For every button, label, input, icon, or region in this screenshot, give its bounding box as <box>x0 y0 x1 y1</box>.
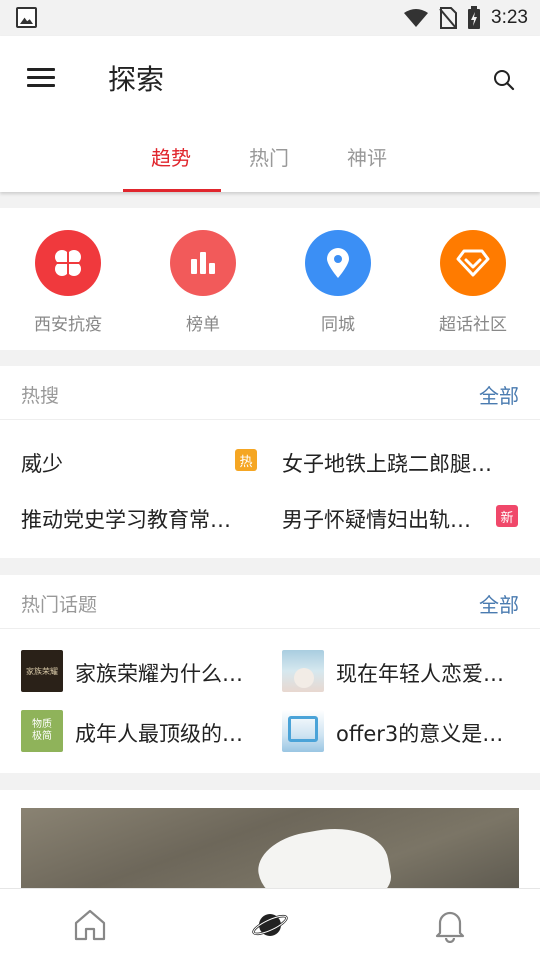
tab-bar: 趋势 热门 神评 <box>0 136 540 192</box>
feed-image[interactable] <box>21 808 519 890</box>
topic-item[interactable]: 现在年轻人恋爱有多难 <box>282 650 522 694</box>
hot-badge: 热 <box>235 449 257 471</box>
planet-icon[interactable] <box>252 907 288 943</box>
quick-link-rankings[interactable]: 榜单 <box>153 230 253 335</box>
hot-search-item[interactable]: 推动党史学习教育常态化长效化 <box>21 504 246 534</box>
topic-item[interactable]: offer3的意义是什么 <box>282 710 522 754</box>
topic-item[interactable]: 家族荣耀 家族荣耀为什么这么好看 <box>21 650 261 694</box>
bell-icon[interactable] <box>432 907 468 943</box>
hot-topics-all-link[interactable]: 全部 <box>479 589 519 618</box>
hot-topics-card: 热门话题 全部 家族荣耀 家族荣耀为什么这么好看 现在年轻人恋爱有多难 物质极简… <box>0 575 540 773</box>
topic-thumbnail: 物质极简 <box>21 710 63 752</box>
hot-search-item[interactable]: 女子地铁上跷二郎腿被劝阻后大闹 <box>282 448 507 478</box>
hot-search-title: 热搜 <box>21 385 60 407</box>
bottom-nav <box>0 888 540 960</box>
status-bar: 3:23 <box>0 0 540 36</box>
topic-item[interactable]: 物质极简 成年人最顶级的自律是什么 <box>21 710 261 754</box>
topic-text: offer3的意义是什么 <box>336 722 521 746</box>
tab-trending[interactable]: 趋势 <box>151 142 191 171</box>
status-time: 3:23 <box>491 7 528 28</box>
quick-link-xian[interactable]: 西安抗疫 <box>18 230 118 335</box>
page-title: 探索 <box>108 63 165 96</box>
battery-charging-icon <box>468 6 481 29</box>
tab-top-comments[interactable]: 神评 <box>347 142 387 171</box>
search-icon[interactable] <box>492 68 516 92</box>
new-badge: 新 <box>496 505 518 527</box>
no-sim-icon <box>439 7 458 29</box>
quick-link-label: 榜单 <box>186 315 220 335</box>
topic-thumbnail: 家族荣耀 <box>21 650 63 692</box>
topic-text: 现在年轻人恋爱有多难 <box>336 662 521 686</box>
app-header: 探索 趋势 热门 神评 <box>0 36 540 192</box>
hamburger-menu-icon[interactable] <box>27 68 57 90</box>
location-pin-icon <box>305 230 371 296</box>
thumbnail-text: 家族荣耀 <box>26 666 58 676</box>
card-header: 热门话题 全部 <box>0 575 540 629</box>
tab-hot[interactable]: 热门 <box>249 142 289 171</box>
image-notification-icon <box>16 7 37 28</box>
quick-link-label: 西安抗疫 <box>34 315 102 335</box>
quick-link-local[interactable]: 同城 <box>288 230 388 335</box>
feed-card <box>0 790 540 890</box>
hot-search-item[interactable]: 威少 <box>21 448 221 478</box>
active-tab-indicator <box>123 189 221 192</box>
home-icon[interactable] <box>72 907 108 943</box>
topic-thumbnail <box>282 650 324 692</box>
card-header: 热搜 全部 <box>0 366 540 420</box>
hot-search-card: 热搜 全部 威少 热 女子地铁上跷二郎腿被劝阻后大闹 推动党史学习教育常态化长效… <box>0 366 540 558</box>
clover-icon <box>35 230 101 296</box>
quick-links: 西安抗疫 榜单 同城 超话社区 <box>0 208 540 350</box>
topic-thumbnail <box>282 710 324 752</box>
quick-link-label: 超话社区 <box>439 315 507 335</box>
thumbnail-text: 物质极简 <box>32 719 52 742</box>
hot-search-all-link[interactable]: 全部 <box>479 380 519 409</box>
topic-text: 家族荣耀为什么这么好看 <box>75 662 260 686</box>
quick-link-label: 同城 <box>321 315 355 335</box>
topic-text: 成年人最顶级的自律是什么 <box>75 722 260 746</box>
bar-chart-icon <box>170 230 236 296</box>
diamond-icon <box>440 230 506 296</box>
hot-topics-title: 热门话题 <box>21 594 98 616</box>
quick-link-super-topic[interactable]: 超话社区 <box>423 230 523 335</box>
hot-search-item[interactable]: 男子怀疑情妇出轨将其杀害 <box>282 504 482 534</box>
wifi-icon <box>404 9 429 27</box>
